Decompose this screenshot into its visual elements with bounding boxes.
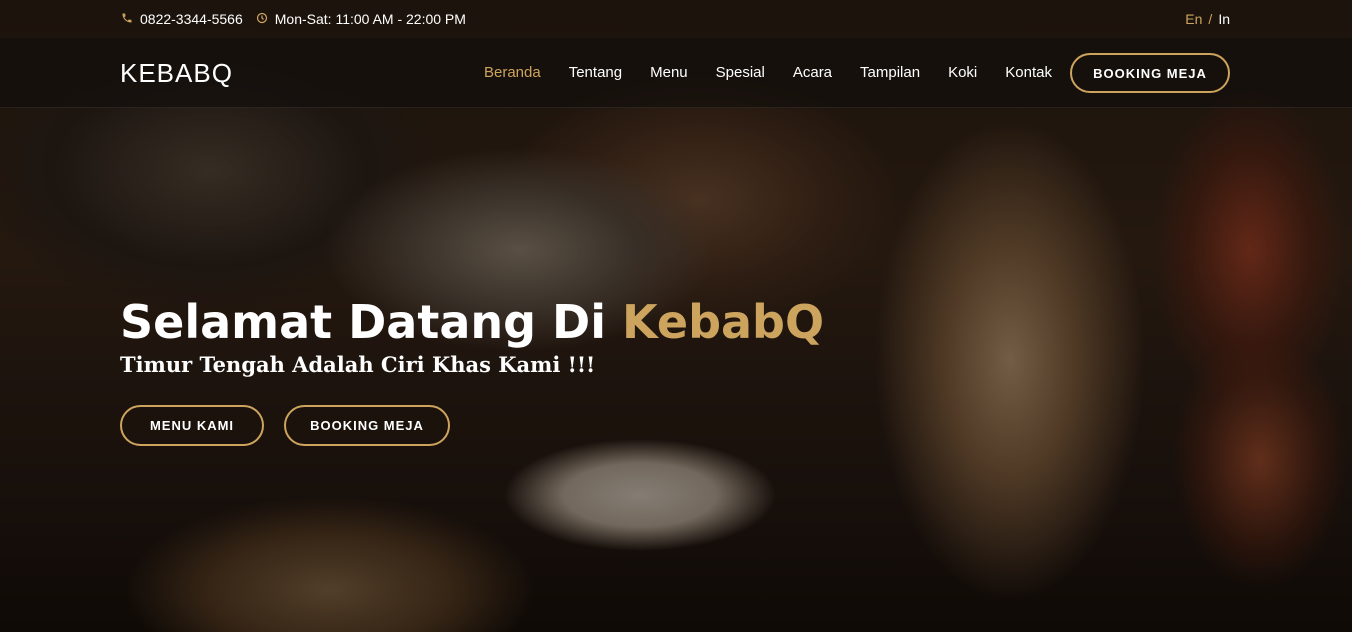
hero-content: Selamat Datang Di KebabQ Timur Tengah Ad…: [120, 292, 824, 446]
booking-meja-button[interactable]: BOOKING MEJA: [284, 405, 450, 446]
nav-link-spesial[interactable]: Spesial: [716, 64, 765, 81]
hero-title-prefix: Selamat Datang Di: [120, 295, 623, 349]
nav-link-koki[interactable]: Koki: [948, 64, 977, 81]
language-switcher: En / In: [1185, 11, 1230, 27]
nav-link-menu[interactable]: Menu: [650, 64, 688, 81]
booking-meja-nav-button[interactable]: BOOKING MEJA: [1070, 53, 1230, 93]
hero-title: Selamat Datang Di KebabQ: [120, 292, 824, 352]
nav-link-kontak[interactable]: Kontak: [1005, 64, 1052, 81]
nav-link-acara[interactable]: Acara: [793, 64, 832, 81]
hero-title-brand: KebabQ: [622, 295, 825, 349]
lang-in-link[interactable]: In: [1218, 11, 1230, 27]
clock-icon: [255, 12, 269, 27]
hero-subtitle: Timur Tengah Adalah Ciri Khas Kami !!!: [120, 352, 596, 377]
phone-icon: [120, 12, 134, 27]
nav-link-beranda[interactable]: Beranda: [484, 64, 541, 81]
opening-hours: Mon-Sat: 11:00 AM - 22:00 PM: [274, 11, 466, 27]
topbar: 0822-3344-5566 Mon-Sat: 11:00 AM - 22:00…: [0, 0, 1352, 38]
lang-en-link[interactable]: En: [1185, 11, 1202, 27]
phone-number: 0822-3344-5566: [140, 11, 243, 27]
menu-kami-button[interactable]: MENU KAMI: [120, 405, 264, 446]
nav-link-tentang[interactable]: Tentang: [569, 64, 622, 81]
site-logo[interactable]: KEBABQ: [120, 58, 233, 89]
lang-separator: /: [1208, 11, 1213, 27]
navbar: KEBABQ Beranda Tentang Menu Spesial Acar…: [0, 38, 1352, 108]
nav-link-tampilan[interactable]: Tampilan: [860, 64, 920, 81]
nav-menu: Beranda Tentang Menu Spesial Acara Tampi…: [484, 64, 1080, 81]
hero-buttons: MENU KAMI BOOKING MEJA: [120, 405, 824, 446]
contact-info: 0822-3344-5566 Mon-Sat: 11:00 AM - 22:00…: [120, 11, 466, 27]
